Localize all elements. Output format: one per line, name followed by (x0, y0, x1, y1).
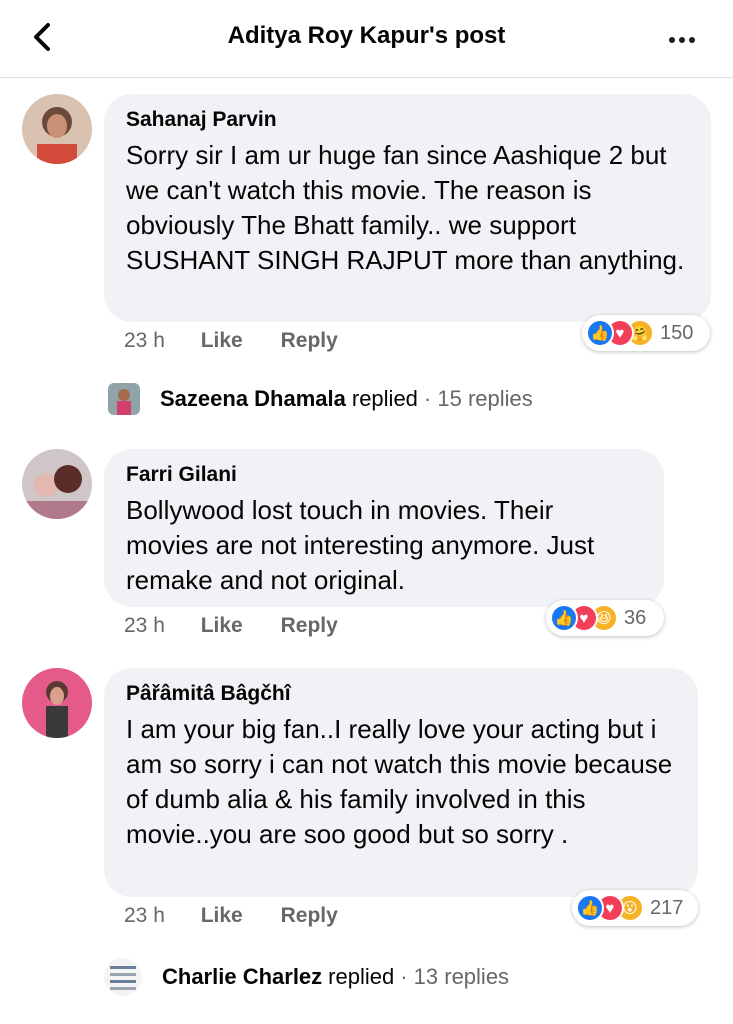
reply-button[interactable]: Reply (281, 904, 338, 927)
comment-author[interactable]: Farri Gilani (126, 463, 642, 487)
reaction-count: 150 (660, 321, 694, 344)
reply-count: · 13 replies (400, 964, 510, 989)
more-options-icon[interactable] (669, 30, 705, 44)
comment-time[interactable]: 23 h (124, 614, 165, 637)
reaction-summary[interactable]: 👍 ♥ 😮 217 (572, 890, 698, 926)
reaction-count: 217 (650, 896, 684, 919)
avatar[interactable] (22, 94, 92, 164)
comment-bubble: Sahanaj Parvin Sorry sir I am ur huge fa… (104, 94, 711, 322)
comment-bubble: Farri Gilani Bollywood lost touch in mov… (104, 449, 664, 607)
like-button[interactable]: Like (201, 329, 243, 352)
like-reaction-icon: 👍 (550, 604, 578, 632)
comment-actions: 23 h Like Reply (124, 614, 338, 638)
reaction-summary[interactable]: 👍 ♥ 😆 36 (546, 600, 664, 636)
reply-author[interactable]: Sazeena Dhamala (160, 386, 346, 412)
like-reaction-icon: 👍 (586, 319, 614, 347)
reaction-count: 36 (624, 606, 647, 629)
comment-text: I am your big fan..I really love your ac… (126, 714, 673, 849)
view-replies-link[interactable]: Sazeena Dhamala replied · 15 replies (108, 383, 533, 415)
like-reaction-icon: 👍 (576, 894, 604, 922)
reply-verb: replied (328, 964, 395, 989)
reply-verb: replied (351, 386, 418, 411)
comment-author[interactable]: Pâřâmitâ Bâgčhî (126, 682, 676, 706)
view-replies-link[interactable]: Charlie Charlez replied · 13 replies (104, 958, 509, 996)
avatar[interactable] (22, 449, 92, 519)
comment-text: Sorry sir I am ur huge fan since Aashiqu… (126, 140, 685, 275)
comment-time[interactable]: 23 h (124, 904, 165, 927)
reply-button[interactable]: Reply (281, 329, 338, 352)
comment-text: Bollywood lost touch in movies. Their mo… (126, 495, 595, 595)
comment-bubble: Pâřâmitâ Bâgčhî I am your big fan..I rea… (104, 668, 698, 897)
reaction-summary[interactable]: 👍 ♥ 🤗 150 (582, 315, 710, 351)
avatar (108, 383, 140, 415)
reply-author[interactable]: Charlie Charlez (162, 964, 322, 990)
page-title: Aditya Roy Kapur's post (227, 22, 506, 49)
comment-actions: 23 h Like Reply (124, 904, 338, 928)
like-button[interactable]: Like (201, 904, 243, 927)
avatar[interactable] (22, 668, 92, 738)
like-button[interactable]: Like (201, 614, 243, 637)
post-header: Aditya Roy Kapur's post (0, 0, 733, 78)
comment-time[interactable]: 23 h (124, 329, 165, 352)
comment-actions: 23 h Like Reply (124, 329, 338, 353)
comment-author[interactable]: Sahanaj Parvin (126, 108, 689, 132)
reply-button[interactable]: Reply (281, 614, 338, 637)
avatar (104, 958, 142, 996)
back-arrow-icon[interactable] (26, 20, 60, 54)
reply-count: · 15 replies (423, 386, 533, 411)
